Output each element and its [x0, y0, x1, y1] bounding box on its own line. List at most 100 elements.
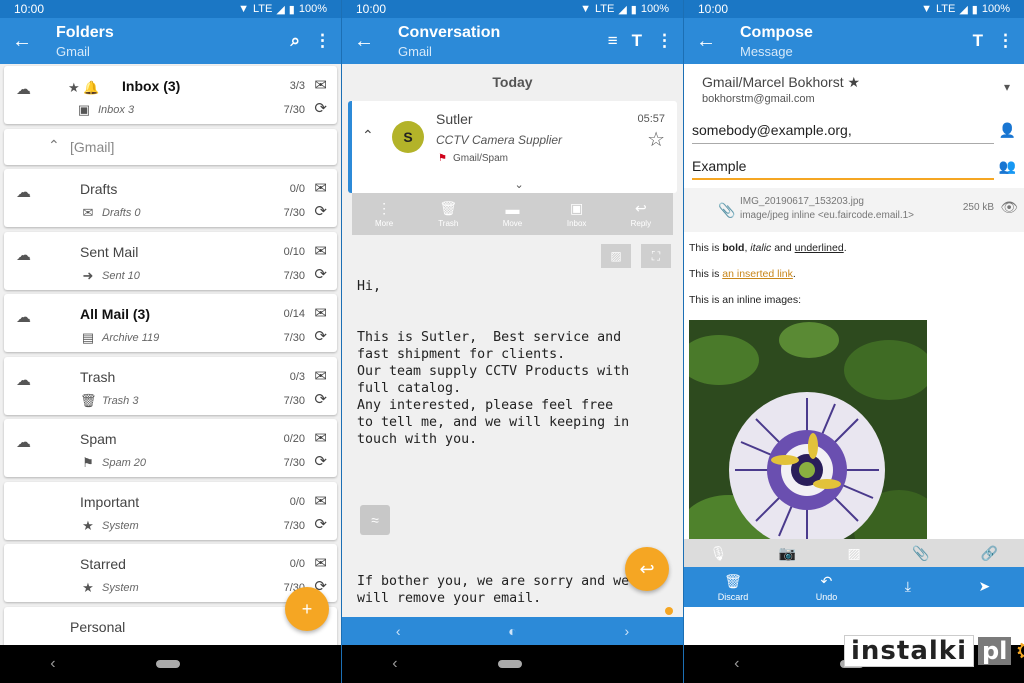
body-line-1[interactable]: This is bold, italic and underlined.	[689, 242, 847, 254]
folder-item-all-mail[interactable]: ☁ All Mail (3) ▤ Archive 119 0/14 7/30 ✉ …	[4, 294, 337, 352]
sync-icon[interactable]: ⟳	[314, 265, 327, 283]
folder-item-sent[interactable]: ☁ Sent Mail ➜ Sent 10 0/10 7/30 ✉ ⟳	[4, 231, 337, 290]
back-arrow-icon[interactable]: ←	[0, 30, 44, 53]
inbox-button[interactable]: ▣ Inbox	[552, 200, 602, 228]
compose-panel: 10:00 ▼ LTE ◢ ▮ 100% ← Compose Message T ⋮ Gma…	[683, 0, 1024, 683]
sync-disabled-icon[interactable]: ⟳	[314, 515, 327, 533]
inline-image	[689, 320, 927, 572]
folder-count: 0/0	[289, 495, 305, 508]
trash-icon: 🗑	[80, 392, 97, 408]
folder-sub: Spam 20	[102, 457, 147, 469]
sync-icon[interactable]: ⟳	[314, 327, 327, 345]
folder-item-trash[interactable]: ☁ Trash 🗑 Trash 3 0/3 7/30 ✉ ⟳	[4, 356, 337, 415]
nav-back-icon[interactable]: ‹	[734, 655, 739, 673]
message-body: Hi, This is Sutler, Best service and fas…	[357, 279, 630, 447]
record-audio-icon[interactable]: 🎙	[710, 545, 728, 562]
folder-name: Trash	[80, 368, 116, 385]
contact-icon[interactable]: 👤	[999, 122, 1016, 139]
text-size-icon[interactable]: T	[973, 31, 983, 51]
signal-icon: ◢	[959, 3, 968, 16]
undo-button[interactable]: ↶ Undo	[816, 573, 838, 602]
day-night-icon[interactable]: ◐	[508, 623, 516, 639]
status-time: 10:00	[356, 2, 387, 16]
show-images-button[interactable]: ▨	[601, 244, 631, 268]
text-size-icon[interactable]: T	[632, 31, 642, 51]
expand-details-icon[interactable]: ⌄	[515, 178, 524, 191]
folder-group-gmail[interactable]: ⌃ [Gmail]	[4, 128, 337, 165]
insert-image-icon[interactable]: ▨	[848, 545, 861, 562]
reply-icon: ↩	[634, 200, 647, 216]
next-icon[interactable]: ›	[624, 623, 629, 639]
overflow-menu-icon[interactable]: ⋮	[997, 31, 1014, 51]
folders-panel: 10:00 ▼ LTE ◢ ▮ 100% ← Folders Gmail ⌕ ⋮ ☁ ★ 🔔…	[0, 0, 341, 683]
group-contact-icon[interactable]: 👥	[999, 158, 1016, 175]
more-button[interactable]: ⋮ More	[359, 200, 409, 228]
collapse-icon[interactable]: ⌃	[362, 127, 374, 144]
folder-item-starred[interactable]: Starred ★ System 0/0 7/30 ✉ ⟳	[4, 544, 337, 602]
eye-icon[interactable]: 👁	[1000, 199, 1018, 216]
nav-home-pill[interactable]	[498, 660, 523, 668]
gear-icon: ⚙	[1015, 637, 1024, 666]
back-arrow-icon[interactable]: ←	[342, 30, 386, 53]
avatar: S	[392, 121, 424, 153]
star-icon[interactable]: ☆	[647, 127, 665, 152]
reply-fab[interactable]: ↩	[625, 547, 669, 591]
bold-text: bold	[722, 242, 745, 254]
attachment-item[interactable]: 📎 IMG_20190617_153203.jpg image/jpeg inl…	[684, 188, 1024, 232]
reply-button[interactable]: ↩ Reply	[616, 200, 666, 228]
message-header[interactable]: ⌃ S Sutler CCTV Camera Supplier ⚑ Gmail/S…	[348, 101, 677, 193]
discard-button[interactable]: 🗑 Discard	[718, 573, 749, 602]
app-bar: ← Compose Message T ⋮	[684, 18, 1024, 64]
nav-back-icon[interactable]: ‹	[392, 655, 397, 673]
battery-label: 100%	[298, 3, 327, 15]
send-icon: ➤	[978, 577, 991, 594]
attach-icon[interactable]: 📎	[912, 545, 929, 562]
to-field[interactable]: somebody@example.org,	[692, 118, 994, 144]
message-folder: Gmail/Spam	[452, 153, 508, 164]
overflow-menu-icon[interactable]: ⋮	[656, 31, 673, 51]
compose-actions: 🗑 Discard ↶ Undo ⤓ ➤	[684, 567, 1024, 607]
save-draft-button[interactable]: ⤓	[905, 578, 911, 597]
previous-icon[interactable]: ‹	[396, 623, 401, 639]
folder-count: 0/3	[289, 370, 305, 383]
nav-back-icon[interactable]: ‹	[50, 655, 55, 673]
move-button[interactable]: ▬ Move	[487, 201, 537, 228]
battery-label: 100%	[981, 3, 1010, 15]
message-toolbar: ⋮ More 🗑 Trash ▬ Move ▣ Inbox ↩ Reply	[352, 193, 673, 235]
add-folder-fab[interactable]: +	[285, 587, 329, 631]
fullscreen-icon: ⛶	[651, 249, 661, 263]
network-label: LTE	[594, 3, 615, 15]
folder-item-inbox[interactable]: ☁ ★ 🔔 Inbox (3) ▣ Inbox 3 3/3 7/30 ✉ ⟳	[4, 66, 337, 124]
camera-icon[interactable]: 📷	[779, 545, 796, 562]
send-button[interactable]: ➤	[978, 578, 990, 597]
screen-title: Compose	[740, 23, 813, 41]
folder-icon: ▬	[505, 200, 520, 217]
identity-select[interactable]: Gmail/Marcel Bokhorst ★	[702, 74, 860, 91]
italic-text: italic	[750, 242, 772, 254]
folder-item-important[interactable]: Important ★ System 0/0 7/30 ✉ ⟳	[4, 481, 337, 540]
subject-field[interactable]: Example	[692, 154, 994, 180]
app-bar: ← Folders Gmail ⌕ ⋮	[0, 18, 341, 64]
filter-icon[interactable]: ≡	[608, 31, 618, 51]
nav-home-pill[interactable]	[156, 660, 181, 668]
dropdown-icon[interactable]: ▾	[1004, 80, 1010, 94]
back-arrow-icon[interactable]: ←	[684, 30, 728, 53]
signal-icon: ◢	[618, 3, 627, 16]
text-run: .	[843, 242, 847, 254]
sync-icon[interactable]: ⟳	[314, 390, 327, 408]
trash-button[interactable]: 🗑 Trash	[423, 200, 473, 228]
folder-item-drafts[interactable]: ☁ Drafts ✉ Drafts 0 0/0 7/30 ✉ ⟳	[4, 169, 337, 227]
sync-icon[interactable]: ⟳	[314, 452, 327, 470]
folder-item-spam[interactable]: ☁ Spam ⚑ Spam 20 0/20 7/30 ✉ ⟳	[4, 419, 337, 477]
folder-date: 7/30	[283, 457, 305, 469]
inserted-link[interactable]: an inserted link	[722, 268, 793, 280]
insert-link-icon[interactable]: 🔗	[981, 545, 998, 562]
search-icon[interactable]: ⌕	[290, 31, 300, 51]
reply-label: Reply	[630, 219, 652, 228]
overflow-menu-icon[interactable]: ⋮	[314, 31, 331, 51]
sync-icon[interactable]: ⟳	[314, 202, 327, 220]
fullscreen-button[interactable]: ⛶	[641, 244, 671, 268]
compose-form: Gmail/Marcel Bokhorst ★ bokhorstm@gmail.…	[684, 64, 1024, 645]
body-line-2[interactable]: This is an inserted link.	[689, 268, 796, 280]
sync-icon[interactable]: ⟳	[314, 99, 327, 117]
